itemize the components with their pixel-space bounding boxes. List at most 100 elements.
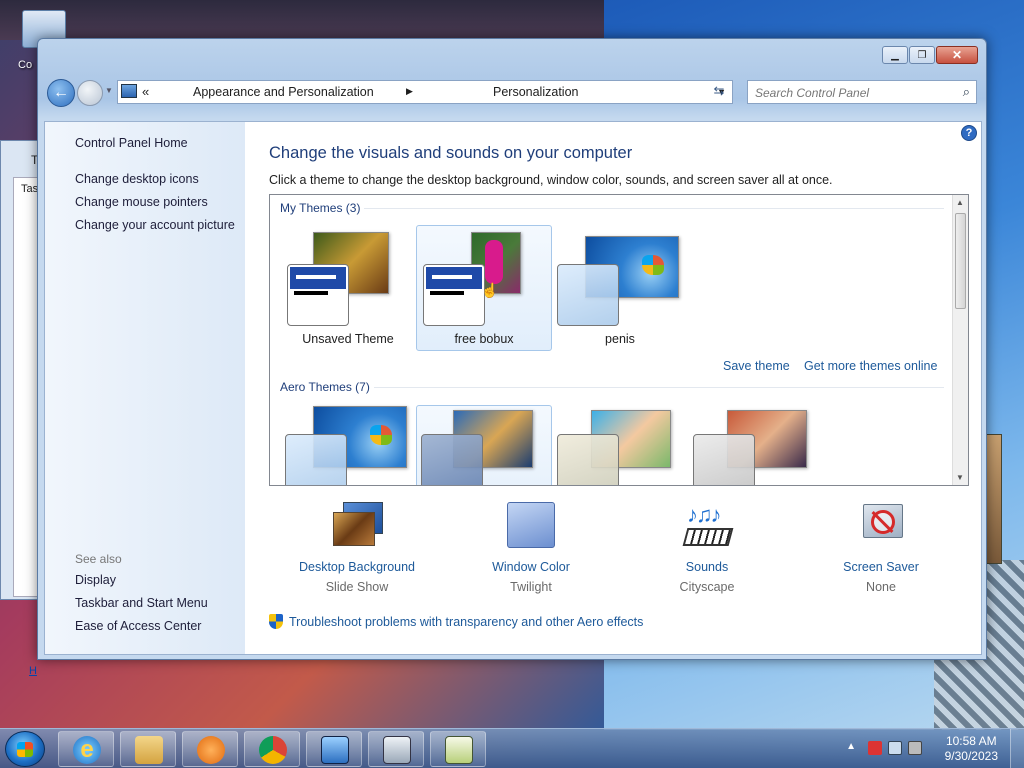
refresh-icon: ⇆ xyxy=(713,83,725,98)
page-subtitle: Click a theme to change the desktop back… xyxy=(269,173,833,187)
my-themes-header[interactable]: My Themes (3) xyxy=(280,201,360,215)
theme-tile-unsaved[interactable]: Unsaved Theme xyxy=(280,225,416,351)
windows-explorer-icon xyxy=(135,736,163,764)
search-icon[interactable]: ⌕ xyxy=(963,84,970,100)
windows-logo-icon xyxy=(370,425,392,445)
clock-date: 9/30/2023 xyxy=(944,749,998,763)
setting-name: Sounds xyxy=(685,560,729,574)
screen-saver-button[interactable]: Screen Saver None xyxy=(811,502,951,594)
notepad-plus-icon xyxy=(445,736,473,764)
theme-label: free bobux xyxy=(454,332,514,346)
restore-icon: ❐ xyxy=(917,49,927,61)
recent-pages-dropdown[interactable]: ▼ xyxy=(105,86,113,95)
theme-tile-landscapes[interactable] xyxy=(688,405,824,485)
theme-list: My Themes (3) Unsaved Theme ☝ free bobux xyxy=(269,194,969,486)
scrollbar-thumb[interactable] xyxy=(955,213,966,309)
hand-cursor-icon: ☝ xyxy=(481,282,499,298)
minimize-button[interactable]: ▁ xyxy=(882,46,908,64)
forward-button[interactable] xyxy=(77,80,103,106)
breadcrumb-overflow[interactable]: « xyxy=(142,84,149,99)
minimize-icon: ▁ xyxy=(891,49,899,61)
breadcrumb-personalization[interactable]: Personalization xyxy=(493,85,578,99)
theme-window-preview xyxy=(423,264,485,326)
taskbar-media-player[interactable] xyxy=(182,731,238,767)
theme-tile-free-bobux[interactable]: ☝ free bobux xyxy=(416,225,552,351)
taskbar-start-menu-link[interactable]: Taskbar and Start Menu xyxy=(75,596,208,610)
control-panel-home-link[interactable]: Control Panel Home xyxy=(75,136,188,150)
setting-value: None xyxy=(866,580,896,594)
help-button[interactable]: ? xyxy=(961,125,977,141)
help-icon: ? xyxy=(965,127,973,139)
breadcrumb-appearance[interactable]: Appearance and Personalization xyxy=(193,85,374,99)
taskbar-task-manager[interactable] xyxy=(368,731,424,767)
theme-window-preview xyxy=(557,264,619,326)
sounds-button[interactable]: ♪♫♪ Sounds Cityscape xyxy=(637,502,777,594)
theme-label: Unsaved Theme xyxy=(302,332,394,346)
display-link[interactable]: Display xyxy=(75,573,116,587)
show-desktop-button[interactable] xyxy=(1010,729,1024,768)
breadcrumb-separator-icon[interactable]: ▶ xyxy=(406,86,413,97)
desktop-wallpaper-dark xyxy=(0,0,640,40)
desktop-background-button[interactable]: Desktop Background Slide Show xyxy=(287,502,427,594)
get-more-themes-link[interactable]: Get more themes online xyxy=(804,359,937,373)
background-window-link[interactable]: H xyxy=(29,665,37,677)
search-input[interactable]: Search Control Panel xyxy=(755,86,869,100)
arrow-left-icon: ← xyxy=(53,84,69,101)
theme-tile-windows7[interactable] xyxy=(280,405,416,485)
change-mouse-pointers-link[interactable]: Change mouse pointers xyxy=(75,195,208,209)
setting-name: Window Color xyxy=(492,560,570,574)
internet-explorer-icon: e xyxy=(73,736,101,764)
volume-icon[interactable] xyxy=(908,741,922,755)
background-window-tab[interactable]: Tas xyxy=(21,183,38,195)
left-pane: Control Panel Home Change desktop icons … xyxy=(45,122,245,654)
action-center-icon[interactable] xyxy=(868,741,882,755)
ease-of-access-link[interactable]: Ease of Access Center xyxy=(75,619,201,633)
group-divider xyxy=(364,208,944,209)
save-theme-link[interactable]: Save theme xyxy=(723,359,790,373)
scroll-down-icon[interactable]: ▼ xyxy=(956,473,964,482)
taskbar-control-panel[interactable] xyxy=(306,731,362,767)
address-bar[interactable]: « Appearance and Personalization ▶ Perso… xyxy=(117,80,733,104)
theme-tile-architecture[interactable] xyxy=(416,405,552,485)
see-also-header: See also xyxy=(75,552,122,566)
maximize-button[interactable]: ❐ xyxy=(909,46,935,64)
screen-saver-icon xyxy=(857,502,905,550)
theme-list-scrollbar[interactable]: ▲ ▼ xyxy=(952,195,968,485)
theme-tile-penis[interactable]: penis xyxy=(552,225,688,351)
theme-label: penis xyxy=(605,332,635,346)
desktop-icon-label: Co xyxy=(18,59,33,71)
taskbar-notepad-plus[interactable] xyxy=(430,731,486,767)
troubleshoot-aero-link[interactable]: Troubleshoot problems with transparency … xyxy=(269,614,643,629)
content-area: Control Panel Home Change desktop icons … xyxy=(44,121,982,655)
taskbar-windows-explorer[interactable] xyxy=(120,731,176,767)
back-button[interactable]: ← xyxy=(47,79,75,107)
refresh-button[interactable]: ⇆ xyxy=(707,80,731,104)
control-panel-icon xyxy=(121,84,137,98)
sounds-icon: ♪♫♪ xyxy=(682,502,734,550)
troubleshoot-label: Troubleshoot problems with transparency … xyxy=(289,615,644,629)
setting-name: Desktop Background xyxy=(298,560,416,574)
close-button[interactable]: ✕ xyxy=(936,46,978,64)
show-hidden-icons-button[interactable]: ▲ xyxy=(846,741,856,752)
change-account-picture-link[interactable]: Change your account picture xyxy=(75,218,235,232)
scroll-up-icon[interactable]: ▲ xyxy=(956,198,964,207)
setting-value: Slide Show xyxy=(325,580,389,594)
aero-themes-header[interactable]: Aero Themes (7) xyxy=(280,380,370,394)
window-color-button[interactable]: Window Color Twilight xyxy=(461,502,601,594)
network-icon[interactable] xyxy=(888,741,902,755)
control-panel-icon xyxy=(321,736,349,764)
taskbar-internet-explorer[interactable]: e xyxy=(58,731,114,767)
personalization-window: ▁ ❐ ✕ ← ▼ « Appearance and Personalizati… xyxy=(37,38,987,660)
theme-wallpaper-figure xyxy=(485,240,503,284)
change-desktop-icons-link[interactable]: Change desktop icons xyxy=(75,172,199,186)
media-player-icon xyxy=(197,736,225,764)
search-box[interactable]: Search Control Panel ⌕ xyxy=(747,80,977,104)
taskbar-chrome[interactable] xyxy=(244,731,300,767)
start-button[interactable] xyxy=(5,731,45,767)
setting-value: Twilight xyxy=(510,580,552,594)
theme-window-preview xyxy=(285,434,347,485)
theme-window-preview xyxy=(287,264,349,326)
clock[interactable]: 10:58 AM 9/30/2023 xyxy=(945,734,998,764)
chrome-icon xyxy=(259,736,287,764)
theme-tile-characters[interactable] xyxy=(552,405,688,485)
